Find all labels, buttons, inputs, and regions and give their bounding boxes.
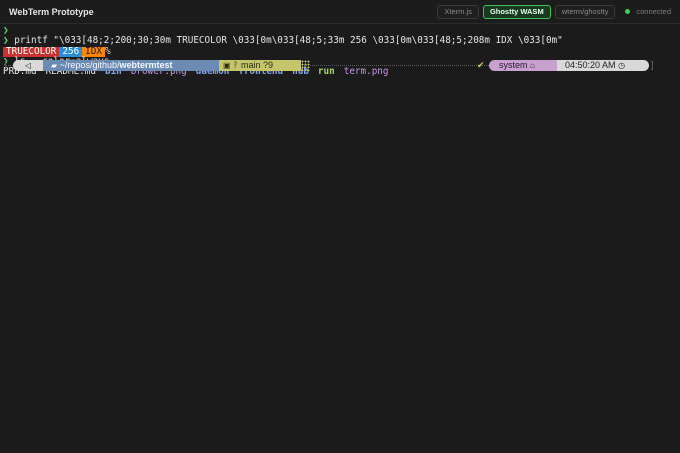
app-title: WebTerm Prototype xyxy=(9,6,94,17)
tab-ghostty-wasm[interactable]: Ghostty WASM xyxy=(482,4,551,19)
tab-wterm-ghostty[interactable]: wterm/ghostty xyxy=(554,4,616,19)
git-status: ?9 xyxy=(263,60,274,70)
github-icon: ▣ xyxy=(223,61,231,70)
renderer-tabs: Xterm.js Ghostty WASM wterm/ghostty xyxy=(437,4,616,19)
terminal-screen[interactable]: ❯ ❯ printf "\033[48;2;200;30;30m TRUECOL… xyxy=(0,25,680,453)
branch-name: main xyxy=(241,60,261,70)
time-text: 04:50:20 AM xyxy=(565,60,616,70)
branch-icon: ᚹ xyxy=(233,60,239,70)
status-dot-icon xyxy=(625,9,631,14)
check-icon: ✔ xyxy=(477,60,485,70)
path-prefix: ~/repos/github/ xyxy=(59,60,120,70)
tab-xtermjs[interactable]: Xterm.js xyxy=(437,4,479,19)
powerline-prompt: ◁ ▰ ~/repos/github/webtermtest ▣ ᚹ main … xyxy=(5,60,653,72)
folder-icon: ▰ xyxy=(51,61,58,70)
status-text: connected xyxy=(636,7,671,16)
clock-icon: ◷ xyxy=(618,61,626,70)
os-segment: ◁ xyxy=(13,60,43,71)
path-current: webtermtest xyxy=(119,60,173,70)
connection-status: connected xyxy=(625,7,671,16)
os-icon: ◁ xyxy=(24,61,32,70)
path-segment: ▰ ~/repos/github/webtermtest xyxy=(43,60,219,71)
context-name: system xyxy=(499,60,528,70)
app-header: WebTerm Prototype Xterm.js Ghostty WASM … xyxy=(0,0,680,24)
home-icon: ⌂ xyxy=(530,61,535,70)
git-segment: ▣ ᚹ main ?9 xyxy=(219,60,301,71)
time-segment: 04:50:20 AM ◷ xyxy=(557,60,649,71)
prompt-right-edge xyxy=(651,61,653,70)
context-segment: system ⌂ xyxy=(489,60,557,71)
git-segment-fade xyxy=(301,60,310,71)
prompt-left-edge xyxy=(5,61,7,70)
